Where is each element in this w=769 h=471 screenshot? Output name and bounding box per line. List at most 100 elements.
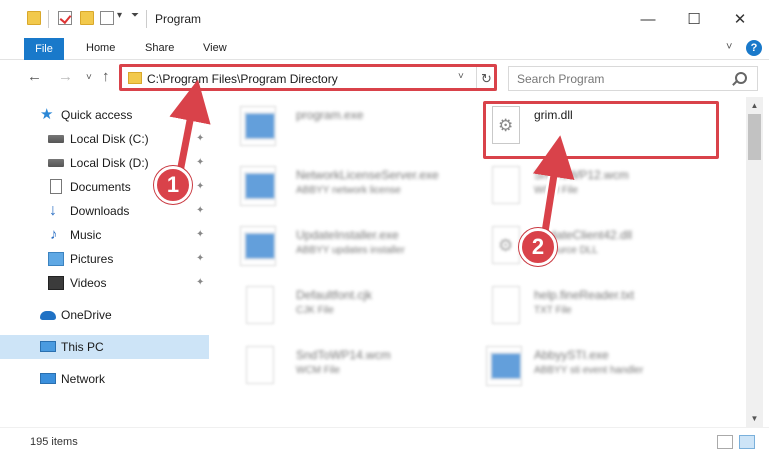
star-icon: ★ [40, 106, 54, 123]
scroll-thumb[interactable] [748, 114, 761, 160]
vertical-scrollbar[interactable]: ▲ ▼ [746, 97, 763, 427]
sidebar-item-videos[interactable]: Videos ✦ [0, 271, 209, 295]
search-box[interactable]: Search Program [508, 66, 758, 91]
file-item[interactable]: UpdateInstaller.exe ABBYY updates instal… [240, 226, 480, 274]
sidebar-item-label: Local Disk (C:) [70, 132, 149, 146]
close-button[interactable]: ✕ [717, 0, 763, 38]
properties-check-icon[interactable] [58, 11, 72, 25]
customize-toolbar-icon[interactable]: ⏷ [131, 10, 139, 21]
drive-icon [48, 159, 64, 167]
minimize-button[interactable]: — [625, 0, 671, 38]
sidebar-item-label: Pictures [70, 252, 114, 266]
scroll-up-icon[interactable]: ▲ [746, 97, 763, 114]
file-description: ABBYY sti event handler [534, 365, 644, 376]
sidebar-item-label: Quick access [61, 108, 133, 122]
videos-icon [48, 276, 64, 290]
file-item[interactable]: SndToWP12.wcm WCM File [486, 166, 726, 214]
file-name: NetworkLicenseServer.exe [296, 168, 439, 182]
pin-icon[interactable]: ✦ [196, 205, 204, 216]
sidebar-item-label: Local Disk (D:) [70, 156, 149, 170]
sidebar-item-music[interactable]: ♪ Music ✦ [0, 223, 209, 247]
scroll-down-icon[interactable]: ▼ [746, 410, 763, 427]
address-bar[interactable]: C:\Program Files\Program Directory ˅ ↻ [121, 66, 497, 91]
document-icon [246, 346, 274, 384]
pin-icon[interactable]: ✦ [196, 157, 204, 168]
file-item-grim-dll[interactable]: grim.dll [486, 106, 726, 154]
file-description: WCM File [534, 185, 578, 196]
file-description: ABBYY updates installer [296, 245, 405, 256]
dll-icon [492, 226, 520, 264]
forward-button[interactable]: → [58, 68, 73, 85]
drive-icon [48, 135, 64, 143]
file-list: program.exe grim.dll NetworkLicenseServe… [212, 97, 746, 427]
new-folder-icon[interactable] [80, 11, 94, 25]
search-input[interactable]: Search Program [517, 72, 604, 86]
navigation-bar: ← → ˅ ↑ C:\Program Files\Program Directo… [0, 60, 769, 96]
recent-locations-icon[interactable]: ˅ [86, 72, 92, 83]
sidebar-item-quick-access[interactable]: ★ Quick access [0, 103, 209, 127]
tab-share[interactable]: Share [145, 42, 174, 54]
folder-icon [128, 72, 142, 84]
sidebar-item-this-pc[interactable]: This PC [0, 335, 209, 359]
chevron-down-icon[interactable]: ▾ [117, 10, 122, 21]
exe-icon [486, 346, 522, 386]
address-dropdown-icon[interactable]: ˅ [458, 71, 464, 82]
file-name: UpdateInstaller.exe [296, 228, 399, 242]
file-item[interactable]: SndToWP14.wcm WCM File [240, 346, 480, 394]
pin-icon[interactable]: ✦ [196, 133, 204, 144]
ribbon-tabs: File Home Share View ˅ ? [0, 38, 769, 60]
file-item[interactable]: NetworkLicenseServer.exe ABBYY network l… [240, 166, 480, 214]
pin-icon[interactable]: ✦ [196, 277, 204, 288]
exe-icon [240, 226, 276, 266]
window-title: Program [155, 12, 202, 26]
tab-view[interactable]: View [203, 42, 227, 54]
details-view-icon[interactable] [717, 435, 733, 449]
expand-ribbon-icon[interactable]: ˅ [726, 41, 732, 53]
file-item[interactable]: Defaultfont.cjk CJK File [240, 286, 480, 334]
sidebar-item-label: Network [61, 372, 106, 386]
exe-icon [240, 166, 276, 206]
downloads-icon: ↓ [49, 202, 57, 219]
file-item[interactable]: help.fineReader.txt TXT File [486, 286, 726, 334]
file-description: TXT File [534, 305, 572, 316]
onedrive-icon [40, 311, 56, 320]
divider [146, 10, 147, 28]
status-bar: 195 items [0, 427, 769, 457]
documents-icon [50, 179, 62, 194]
sidebar-item-onedrive[interactable]: OneDrive [0, 303, 209, 327]
large-icons-view-icon[interactable] [739, 435, 755, 449]
music-icon: ♪ [50, 226, 58, 243]
maximize-button[interactable]: ☐ [671, 0, 717, 38]
sidebar-item-network[interactable]: Network [0, 367, 209, 391]
sidebar-item-label: Documents [70, 180, 131, 194]
pin-icon[interactable]: ✦ [196, 253, 204, 264]
tab-file[interactable]: File [24, 38, 64, 60]
document-icon [492, 166, 520, 204]
pin-icon[interactable]: ✦ [196, 181, 204, 192]
sidebar-item-pictures[interactable]: Pictures ✦ [0, 247, 209, 271]
search-icon[interactable] [735, 72, 747, 84]
document-icon [246, 286, 274, 324]
view-options-icon[interactable] [100, 11, 114, 25]
tab-home[interactable]: Home [86, 42, 115, 54]
network-icon [40, 373, 56, 384]
refresh-button[interactable]: ↻ [476, 67, 496, 90]
file-description: WCM File [296, 365, 340, 376]
step-2-badge: 2 [519, 228, 557, 266]
address-path[interactable]: C:\Program Files\Program Directory [147, 72, 338, 86]
pictures-icon [48, 252, 64, 266]
file-name: grim.dll [534, 108, 573, 122]
up-button[interactable]: ↑ [102, 68, 110, 85]
file-item[interactable]: AbbyySTI.exe ABBYY sti event handler [486, 346, 726, 394]
help-icon[interactable]: ? [746, 40, 762, 56]
divider [48, 10, 49, 28]
sidebar-item-label: Music [70, 228, 102, 242]
pin-icon[interactable]: ✦ [196, 229, 204, 240]
file-name: AbbyySTI.exe [534, 348, 609, 362]
file-item[interactable]: program.exe [240, 106, 480, 154]
sidebar-item-local-disk-c[interactable]: Local Disk (C:) ✦ [0, 127, 209, 151]
this-pc-icon [40, 341, 56, 352]
file-name: SndToWP14.wcm [296, 348, 391, 362]
back-button[interactable]: ← [27, 68, 42, 85]
file-name: program.exe [296, 108, 364, 122]
